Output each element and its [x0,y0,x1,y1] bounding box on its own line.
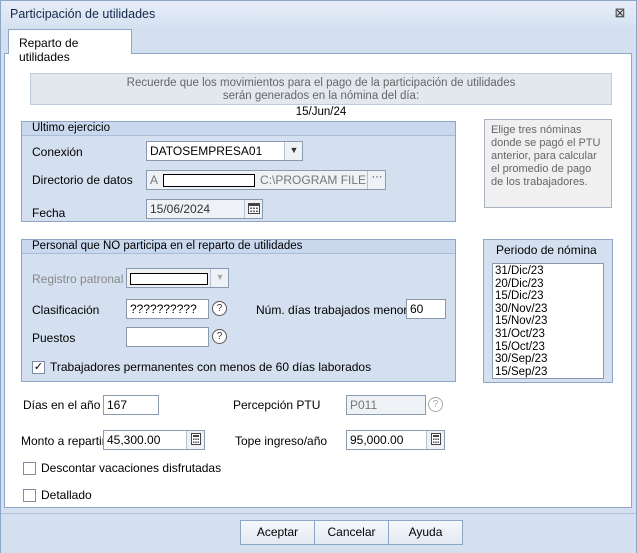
dias-menor-field[interactable]: 60 [406,299,446,319]
calculator-icon[interactable] [426,431,444,449]
notice-box: Recuerde que los movimientos para el pag… [30,73,612,105]
descontar-label: Descontar vacaciones disfrutadas [41,461,222,475]
percepcion-label: Percepción PTU [233,398,321,412]
monto-field[interactable]: 45,300.00 [103,430,205,450]
puestos-field[interactable] [126,327,209,347]
window-title: Participación de utilidades [10,7,156,21]
title-bar[interactable]: Participación de utilidades ⊠ [1,1,636,27]
list-item[interactable]: 30/Nov/23 [495,303,603,316]
list-item[interactable]: 30/Sep/23 [495,353,603,366]
permanentes-checkbox[interactable]: ✓ [32,361,45,374]
fecha-field[interactable]: 15/06/2024 [146,199,263,219]
dias-ano-label: Días en el año [23,398,101,412]
list-item[interactable]: 15/Oct/23 [495,341,603,354]
list-item[interactable]: 20/Dic/23 [495,278,603,291]
percepcion-value: P011 [350,398,378,412]
help-icon[interactable]: ? [428,397,443,412]
notice-line1: Recuerde que los movimientos para el pag… [126,77,516,89]
dialog-window: Participación de utilidades ⊠ Reparto de… [0,0,637,553]
button-bar: Aceptar Cancelar Ayuda [1,513,636,553]
calendar-icon[interactable] [244,200,262,218]
browse-ellipsis-icon[interactable]: ··· [367,171,385,189]
monto-label: Monto a repartir [21,434,106,448]
calculator-icon[interactable] [186,431,204,449]
periodo-list[interactable]: 31/Dic/23 20/Dic/23 15/Dic/23 30/Nov/23 … [492,263,604,379]
dias-menor-label: Núm. días trabajados menor a [256,303,418,317]
conexion-label: Conexión [32,145,83,159]
dias-ano-value: 167 [107,398,128,412]
help-icon[interactable]: ? [212,329,227,344]
tab-reparto[interactable]: Reparto de utilidades [8,29,132,64]
directorio-prefix: A [150,173,158,187]
close-icon[interactable]: ⊠ [613,6,627,20]
conexion-select[interactable]: DATOSEMPRESA01 ▼ [146,141,303,161]
tope-field[interactable]: 95,000.00 [346,430,445,450]
periodo-title: Periodo de nómina [496,243,597,257]
list-item[interactable]: 31/Oct/23 [495,328,603,341]
clasificacion-field[interactable]: ?????????? [126,299,209,319]
permanentes-label: Trabajadores permanentes con menos de 60… [50,360,372,374]
personal-no-participa-group: Personal que NO participa en el reparto … [21,239,456,382]
info-note: Elige tres nóminas donde se pagó el PTU … [484,119,612,208]
registro-label: Registro patronal [32,272,124,286]
list-item[interactable]: 15/Nov/23 [495,315,603,328]
fecha-label: Fecha [32,206,66,220]
descontar-checkbox[interactable] [23,462,36,475]
personal-group-title: Personal que NO participa en el reparto … [22,240,455,254]
directorio-label: Directorio de datos [32,173,133,187]
dias-menor-value: 60 [410,302,424,316]
tab-panel: Recuerde que los movimientos para el pag… [4,53,632,508]
list-item[interactable]: 15/Dic/23 [495,290,603,303]
chevron-down-icon[interactable]: ▼ [210,269,228,287]
redacted-block [130,272,208,285]
periodo-nomina-group: Periodo de nómina 31/Dic/23 20/Dic/23 15… [483,239,613,383]
notice-line2: serán generados en la nómina del día: [222,90,420,102]
help-icon[interactable]: ? [212,301,227,316]
cancelar-button[interactable]: Cancelar [314,520,389,545]
detallado-checkbox[interactable] [23,489,36,502]
clasificacion-value: ?????????? [130,302,197,316]
conexion-value: DATOSEMPRESA01 [150,144,263,158]
ultimo-ejercicio-group: Ultimo ejercicio Conexión DATOSEMPRESA01… [21,121,456,222]
dias-ano-field[interactable]: 167 [103,395,159,415]
list-item[interactable]: 15/Sep/23 [495,366,603,378]
detallado-label: Detallado [41,488,92,502]
redacted-block [162,174,255,188]
aceptar-button[interactable]: Aceptar [240,520,315,545]
tope-value: 95,000.00 [350,433,404,447]
puestos-label: Puestos [32,331,76,345]
clasificacion-label: Clasificación [32,303,100,317]
fecha-value: 15/06/2024 [150,202,211,216]
tope-label: Tope ingreso/año [235,434,328,448]
directorio-field[interactable]: A C:\PROGRAM FILES (X8 ··· [146,170,386,190]
chevron-down-icon[interactable]: ▼ [284,142,302,160]
monto-value: 45,300.00 [107,433,161,447]
ultimo-ejercicio-title: Ultimo ejercicio [22,122,455,136]
ayuda-button[interactable]: Ayuda [388,520,463,545]
percepcion-field[interactable]: P011 [346,395,426,415]
registro-select[interactable]: ▼ [126,268,229,288]
list-item[interactable]: 31/Dic/23 [495,265,603,278]
notice-date: 15/Jun/24 [295,106,347,118]
